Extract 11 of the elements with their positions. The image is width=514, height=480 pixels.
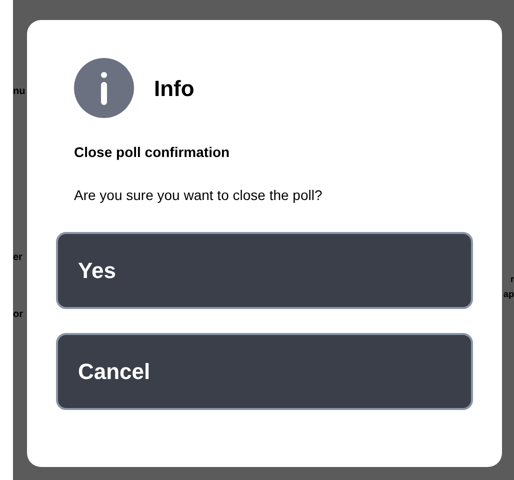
- dialog-button[interactable]: Yes: [56, 232, 473, 309]
- info-icon: [74, 58, 134, 118]
- background-text: or: [13, 310, 23, 320]
- dialog-heading: Close poll confirmation: [74, 143, 231, 162]
- dialog-message: Are you sure you want to close the poll?: [74, 186, 324, 205]
- dialog-button[interactable]: Cancel: [56, 333, 473, 410]
- background-text: er: [13, 253, 22, 263]
- background-text: r: [510, 274, 514, 284]
- background-text: ap: [503, 290, 514, 298]
- background-text: nu: [13, 87, 26, 97]
- dialog-title: Info: [154, 74, 194, 102]
